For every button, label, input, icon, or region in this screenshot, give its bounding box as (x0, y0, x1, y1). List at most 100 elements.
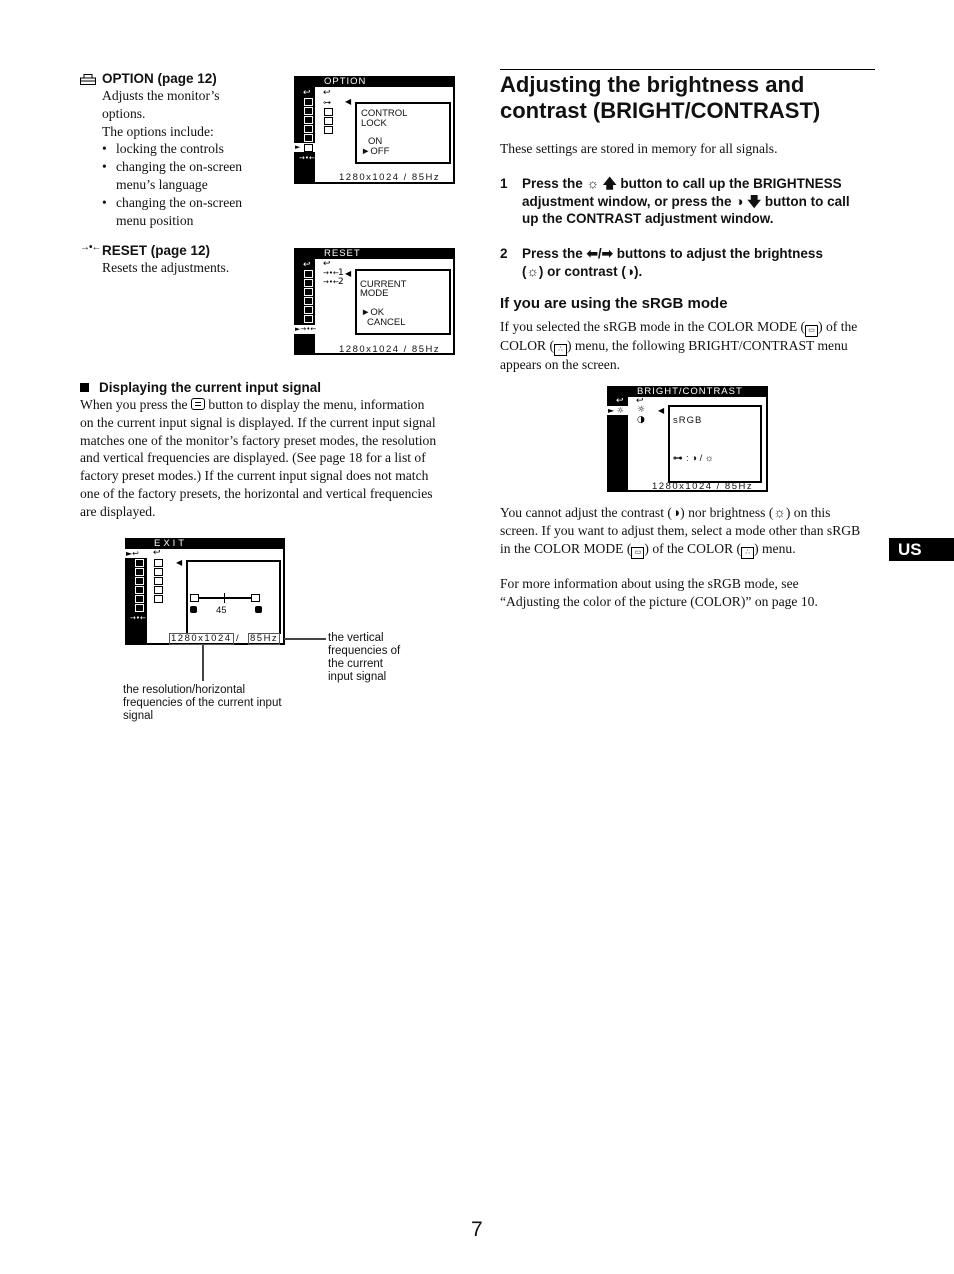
osd-title: RESET (324, 248, 361, 259)
resolution-readout: 1280x1024 (169, 633, 234, 645)
menu-icon (135, 568, 144, 576)
menu-icon (304, 279, 313, 287)
size-small-icon (190, 594, 199, 602)
reset-icon: →•← (323, 269, 339, 277)
contrast-icon: ◑ (625, 263, 635, 279)
brightness-icon: ☼ (637, 405, 646, 415)
bullet-item: changing the on-screenmenu’s language (102, 158, 280, 194)
reset-section: →•← RESET (page 12) Resets the adjustmen… (80, 242, 280, 277)
position-icon (324, 117, 333, 125)
callout-resolution: the resolution/horizontal frequencies of… (123, 684, 282, 722)
menu-icon (304, 270, 313, 278)
page-number: 7 (471, 1218, 483, 1241)
menu-button-icon (191, 398, 205, 410)
color-icon: ∴ (741, 546, 755, 559)
resolution-readout: 1280x1024 / 85Hz (339, 344, 441, 355)
key-lock-icon: ⊶ (323, 98, 331, 107)
size-large-icon (251, 594, 260, 602)
menu-icon (304, 125, 313, 133)
menu-icon (135, 577, 144, 585)
plus-icon (255, 606, 262, 613)
adjust-value: 45 (216, 605, 227, 616)
callout-line-right (284, 638, 326, 640)
option-cancel: CANCEL (367, 317, 406, 328)
menu-icon (304, 116, 313, 124)
display-signal-heading: Displaying the current input signal (80, 380, 460, 395)
para-line: are displayed. (80, 503, 156, 519)
option-desc-3: The options include: (102, 123, 214, 139)
osd-exit-screen: EXIT ►↩ →•← ↩ ◀ 45 1280x1024 / 85Hz (125, 538, 285, 645)
contrast-icon: ◑ (637, 415, 645, 425)
menu-icon (304, 98, 313, 106)
window-text: LOCK (361, 118, 387, 129)
option-bullets: locking the controls changing the on-scr… (102, 140, 280, 229)
minus-icon (190, 606, 197, 613)
contrast-icon: ◑ (735, 193, 744, 209)
option-section: OPTION (page 12) Adjusts the monitor’s o… (80, 71, 280, 229)
color-mode-icon (135, 604, 144, 612)
para-line: matches one of the monitor’s factory pre… (80, 432, 437, 448)
geometry-icon (154, 586, 163, 594)
title-rule (500, 69, 875, 70)
resolution-readout: 1280x1024 / 85Hz (339, 172, 441, 183)
bullet-item: locking the controls (102, 140, 280, 158)
srgb-mode-label: sRGB (673, 415, 703, 426)
down-arrow-icon: 🡇 (747, 193, 762, 209)
reset-heading: RESET (page 12) (102, 243, 211, 258)
exit-icon: ↩ (323, 259, 331, 269)
color-mode-icon (304, 315, 313, 323)
para-line: When you press the button to display the… (80, 397, 425, 412)
srgb-paragraph: If you selected the sRGB mode in the COL… (500, 319, 858, 372)
menu-icon (135, 586, 144, 594)
resolution-separator: / (236, 633, 241, 644)
lock-key-icon: ⊶ (673, 453, 683, 464)
reset-icon: →•← (80, 242, 101, 253)
menu-icon (304, 306, 313, 314)
position-icon (324, 126, 333, 134)
more-info: For more information about using the sRG… (500, 576, 818, 609)
color-mode-icon (80, 74, 96, 85)
step-number: 2 (500, 246, 508, 261)
exit-icon: ↩ (303, 260, 311, 270)
geometry-icon (154, 595, 163, 603)
menu-icon (135, 595, 144, 603)
para-line: and vertical frequencies are displayed. … (80, 450, 426, 466)
option-off-selected: ►OFF (361, 146, 390, 157)
exit-icon: ↩ (616, 396, 624, 406)
step-number: 1 (500, 176, 508, 191)
up-arrow-icon: 🡅 (602, 176, 617, 191)
geometry-icon (154, 577, 163, 585)
brightness-icon: ☼ (773, 505, 786, 520)
locked-items: : ◑ / ☼ (686, 453, 714, 464)
square-bullet-icon (80, 383, 89, 392)
exit-icon: ↩ (323, 88, 331, 98)
menu-icon (304, 107, 313, 115)
menu-icon (304, 134, 313, 142)
language-tab: US (889, 538, 954, 561)
frequency-readout: 85Hz (248, 633, 281, 645)
para-line: one of the factory presets, the horizont… (80, 485, 433, 501)
window-text: MODE (360, 288, 389, 299)
step-2: 2 Press the ⬅/➡ buttons to adjust the br… (500, 246, 823, 279)
brightness-icon: ☼ (526, 263, 539, 279)
osd-reset-screen: RESET ↩ ►→•← ↩ →•← 1 ◀ →•← 2 CURRENT MOD… (294, 248, 455, 355)
brightness-icon: ☼ (586, 176, 599, 191)
menu-icon (304, 297, 313, 305)
osd-title: OPTION (324, 76, 367, 87)
geometry-icon (154, 559, 163, 567)
exit-icon: ↩ (153, 548, 161, 558)
color-mode-icon: ▭ (631, 546, 645, 559)
callout-line-bottom (202, 645, 204, 681)
step-1: 1 Press the ☼ 🡅 button to call up the BR… (500, 176, 850, 226)
adjust-slider (199, 597, 251, 599)
reset-item-2: 2 (338, 277, 344, 287)
option-heading-text: OPTION (page 12) (102, 71, 217, 86)
pointer-icon: ◀ (345, 97, 352, 106)
para-line: factory preset modes.) If the current in… (80, 468, 429, 484)
para-line: on the current input signal is displayed… (80, 414, 436, 430)
resolution-readout: 1280x1024 / 85Hz (652, 481, 754, 492)
menu-icon (135, 559, 144, 567)
color-mode-icon (304, 144, 313, 152)
srgb-heading: If you are using the sRGB mode (500, 295, 728, 312)
exit-icon: ►↩ (126, 549, 139, 558)
